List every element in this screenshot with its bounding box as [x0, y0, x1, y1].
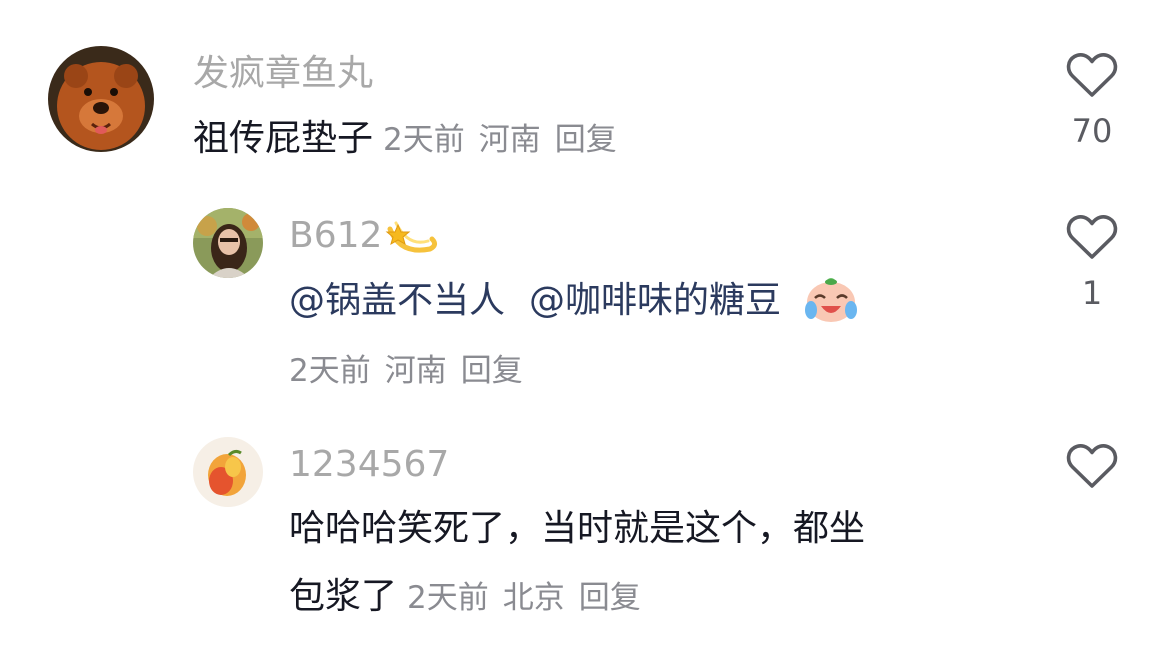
comment-meta: 2天前 河南 回复 [289, 349, 523, 393]
comment-meta: 2天前 北京 回复 [407, 580, 641, 616]
reply-button[interactable]: 回复 [579, 580, 641, 616]
comment-text: @锅盖不当人 @咖啡味的糖豆 [289, 272, 859, 330]
heart-icon[interactable] [1066, 214, 1118, 260]
comment-location: 河南 [384, 353, 447, 389]
comment-text: 祖传屁垫子 2天前 河南 回复 [193, 110, 617, 169]
mention-link[interactable]: @锅盖不当人 [289, 280, 505, 321]
heart-icon[interactable] [1066, 443, 1118, 489]
avatar[interactable] [193, 437, 263, 507]
crying-laughing-face-emoji [805, 278, 858, 322]
like-count: 1 [1081, 274, 1103, 312]
reply-button[interactable]: 回复 [461, 353, 523, 389]
comment-body-line: 包浆了 2天前 北京 回复 [289, 568, 865, 627]
comment-body: 祖传屁垫子 [193, 118, 374, 159]
username[interactable]: 发疯章鱼丸 [193, 52, 373, 96]
comment-text: 哈哈哈笑死了，当时就是这个，都坐 包浆了 2天前 北京 回复 [289, 500, 865, 627]
heart-icon[interactable] [1066, 52, 1118, 98]
avatar[interactable] [193, 208, 263, 278]
like-area: 1 [1062, 214, 1122, 312]
comment-body-line: 哈哈哈笑死了，当时就是这个，都坐 [289, 508, 866, 549]
comment-body: 包浆了 [289, 576, 398, 617]
mention-link[interactable]: @咖啡味的糖豆 [529, 280, 781, 321]
username[interactable]: 1234567 [289, 443, 449, 487]
comment-meta: 2天前 河南 回复 [383, 122, 617, 158]
username[interactable]: B612 [289, 214, 438, 259]
like-count: 70 [1071, 112, 1113, 150]
avatar[interactable] [48, 46, 154, 152]
comment-time: 2天前 [383, 122, 465, 158]
dizzy-star-emoji [386, 221, 438, 253]
comment-time: 2天前 [289, 353, 371, 389]
comment-location: 北京 [502, 580, 565, 616]
comment-list: 发疯章鱼丸 祖传屁垫子 2天前 河南 回复 70 B612 @锅盖不当人 @咖啡味的糖豆 [0, 0, 1170, 655]
reply-button[interactable]: 回复 [555, 122, 617, 158]
username-text: B612 [289, 215, 383, 256]
comment-time: 2天前 [407, 580, 489, 616]
like-area [1062, 443, 1122, 489]
like-area: 70 [1062, 52, 1122, 150]
comment-location: 河南 [478, 122, 541, 158]
